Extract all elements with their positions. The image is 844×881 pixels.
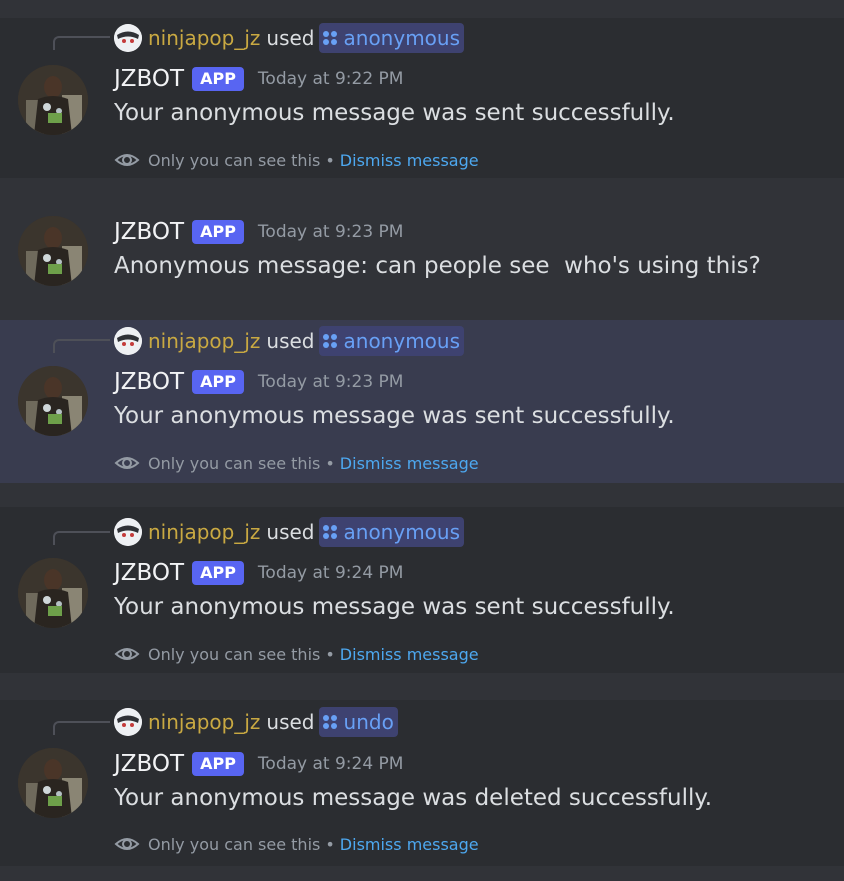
eye-icon [114, 457, 140, 469]
eye-icon [114, 648, 140, 660]
separator: • [325, 644, 335, 664]
dismiss-message-link[interactable]: Dismiss message [340, 454, 479, 473]
message-header: JZBOT APP Today at 9:22 PM [114, 63, 403, 95]
message-content: Anonymous message: can people see who's … [114, 253, 761, 279]
only-you-label: Only you can see this [148, 644, 321, 664]
command-mention[interactable]: anonymous [318, 326, 465, 356]
message-item: ninjapop_jz used undo JZBOT APP Today at… [0, 700, 844, 866]
reply-used-label: used [266, 26, 315, 50]
reply-connector [53, 36, 110, 50]
reply-context[interactable]: ninjapop_jz used anonymous [114, 516, 465, 548]
bot-avatar[interactable] [18, 216, 88, 286]
bot-avatar[interactable] [18, 748, 88, 818]
reply-context[interactable]: ninjapop_jz used anonymous [114, 325, 465, 357]
message-item: JZBOT APP Today at 9:23 PM Anonymous mes… [0, 200, 844, 300]
slash-command-icon [322, 524, 338, 540]
message-content: Your anonymous message was deleted succe… [114, 785, 712, 811]
reply-connector [53, 721, 110, 735]
reply-username[interactable]: ninjapop_jz [148, 26, 260, 50]
user-avatar[interactable] [114, 327, 142, 355]
app-tag: APP [192, 561, 244, 585]
reply-used-label: used [266, 329, 315, 353]
separator: • [325, 453, 335, 473]
dismiss-message-link[interactable]: Dismiss message [340, 645, 479, 664]
author-name[interactable]: JZBOT [114, 369, 184, 395]
timestamp[interactable]: Today at 9:24 PM [258, 563, 404, 583]
app-tag: APP [192, 220, 244, 244]
ephemeral-notice: Only you can see this • Dismiss message [114, 641, 479, 667]
reply-used-label: used [266, 520, 315, 544]
chat-message-list: ninjapop_jz used anonymous JZBOT APP Tod… [0, 0, 844, 881]
author-name[interactable]: JZBOT [114, 219, 184, 245]
message-content: Your anonymous message was sent successf… [114, 403, 675, 429]
message-content: Your anonymous message was sent successf… [114, 100, 675, 126]
eye-icon [114, 154, 140, 166]
timestamp[interactable]: Today at 9:22 PM [258, 69, 404, 89]
message-item: ninjapop_jz used anonymous JZBOT APP Tod… [0, 507, 844, 673]
timestamp[interactable]: Today at 9:24 PM [258, 754, 404, 774]
author-name[interactable]: JZBOT [114, 66, 184, 92]
command-mention[interactable]: anonymous [318, 517, 465, 547]
separator: • [325, 834, 335, 854]
app-tag: APP [192, 370, 244, 394]
separator: • [325, 150, 335, 170]
reply-username[interactable]: ninjapop_jz [148, 329, 260, 353]
command-name: anonymous [343, 520, 461, 544]
command-name: anonymous [343, 329, 461, 353]
user-avatar[interactable] [114, 708, 142, 736]
bot-avatar[interactable] [18, 65, 88, 135]
user-avatar[interactable] [114, 518, 142, 546]
message-header: JZBOT APP Today at 9:23 PM [114, 216, 403, 248]
slash-command-icon [322, 714, 338, 730]
message-item: ninjapop_jz used anonymous JZBOT APP Tod… [0, 320, 844, 483]
reply-connector [53, 339, 110, 353]
app-tag: APP [192, 67, 244, 91]
reply-context[interactable]: ninjapop_jz used undo [114, 706, 398, 738]
only-you-label: Only you can see this [148, 150, 321, 170]
reply-username[interactable]: ninjapop_jz [148, 520, 260, 544]
user-avatar[interactable] [114, 24, 142, 52]
message-header: JZBOT APP Today at 9:24 PM [114, 557, 403, 589]
reply-used-label: used [266, 710, 315, 734]
ephemeral-notice: Only you can see this • Dismiss message [114, 831, 479, 857]
ephemeral-notice: Only you can see this • Dismiss message [114, 147, 479, 173]
message-item: ninjapop_jz used anonymous JZBOT APP Tod… [0, 18, 844, 178]
message-header: JZBOT APP Today at 9:23 PM [114, 366, 403, 398]
reply-connector [53, 531, 110, 545]
reply-username[interactable]: ninjapop_jz [148, 710, 260, 734]
author-name[interactable]: JZBOT [114, 560, 184, 586]
ephemeral-notice: Only you can see this • Dismiss message [114, 450, 479, 476]
only-you-label: Only you can see this [148, 453, 321, 473]
app-tag: APP [192, 752, 244, 776]
timestamp[interactable]: Today at 9:23 PM [258, 222, 404, 242]
message-content: Your anonymous message was sent successf… [114, 594, 675, 620]
reply-context[interactable]: ninjapop_jz used anonymous [114, 22, 465, 54]
message-header: JZBOT APP Today at 9:24 PM [114, 748, 403, 780]
bot-avatar[interactable] [18, 558, 88, 628]
only-you-label: Only you can see this [148, 834, 321, 854]
command-mention[interactable]: undo [318, 707, 398, 737]
author-name[interactable]: JZBOT [114, 751, 184, 777]
bot-avatar[interactable] [18, 366, 88, 436]
dismiss-message-link[interactable]: Dismiss message [340, 151, 479, 170]
slash-command-icon [322, 333, 338, 349]
command-name: anonymous [343, 26, 461, 50]
slash-command-icon [322, 30, 338, 46]
command-mention[interactable]: anonymous [318, 23, 465, 53]
dismiss-message-link[interactable]: Dismiss message [340, 835, 479, 854]
command-name: undo [343, 710, 394, 734]
eye-icon [114, 838, 140, 850]
timestamp[interactable]: Today at 9:23 PM [258, 372, 404, 392]
